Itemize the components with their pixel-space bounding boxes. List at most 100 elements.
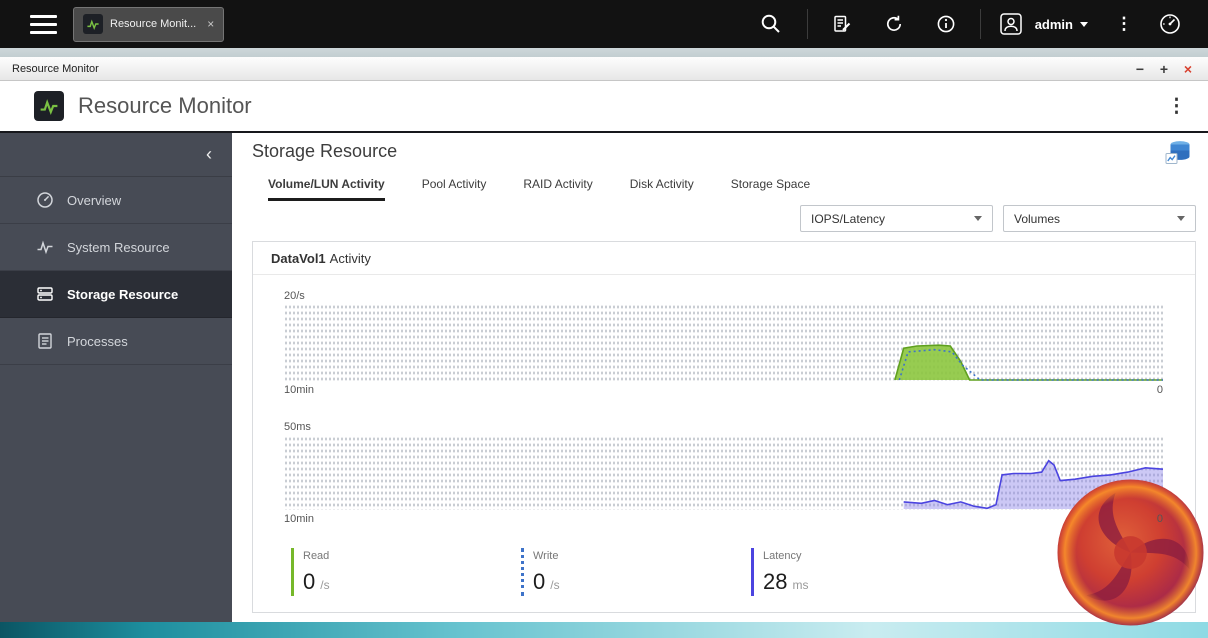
page-title: Storage Resource [252,141,398,161]
latency-chart [284,436,1163,510]
tab-pool-activity[interactable]: Pool Activity [422,177,487,201]
user-name: admin [1034,16,1073,32]
maximize-button[interactable]: + [1152,58,1176,80]
info-icon [937,15,955,33]
read-marker-icon [291,548,294,596]
legend-latency: Latency 28 ms [751,548,981,596]
legend-label: Read [303,550,330,562]
chevron-left-icon: ‹ [206,144,212,164]
legend-value: 28 [763,569,788,594]
document-pen-icon [833,15,850,32]
main-content: Storage Resource Volume/LUN Activity Poo… [232,133,1208,622]
legend-label: Latency [763,550,802,562]
x-axis-right-label: 0 [1156,513,1163,525]
write-marker-icon [521,548,524,596]
main-menu-button[interactable] [30,14,57,34]
user-menu[interactable]: admin [1033,0,1102,48]
legend-value: 0 [533,569,546,594]
activity-card-header: DataVol1 Activity [253,242,1195,275]
desktop-taskbar-strip [0,622,1208,638]
filter-controls: IOPS/Latency Volumes [800,205,1196,232]
taskbar-tab-resource-monitor[interactable]: Resource Monit... × [73,6,225,42]
tab-disk-activity[interactable]: Disk Activity [630,177,694,201]
x-axis-right-label: 0 [1156,384,1163,396]
info-button[interactable] [920,0,972,48]
volume-name: DataVol1 [271,250,326,266]
sidebar-item-label: System Resource [67,239,170,255]
desktop-background-strip [0,48,1208,57]
user-button[interactable] [989,0,1033,48]
storage-disks-icon [37,287,53,301]
tab-close-icon[interactable]: × [207,17,214,31]
kebab-menu-icon: ⋮ [1115,14,1133,33]
resource-monitor-app-icon [83,14,103,34]
desktop-taskbar: Resource Monit... × admin ⋮ [0,0,1208,48]
sidebar-item-storage-resource[interactable]: Storage Resource [0,271,232,318]
sidebar-collapse-button[interactable]: ‹ [0,133,232,177]
tab-storage-space[interactable]: Storage Space [731,177,810,201]
refresh-icon [886,15,901,31]
chevron-down-icon [1080,21,1088,27]
chevron-down-icon [1177,216,1185,221]
screen: Resource Monit... × admin ⋮ Resource Mon… [0,0,1208,638]
close-button[interactable]: × [1176,58,1200,80]
tab-volume-lun-activity[interactable]: Volume/LUN Activity [268,177,385,201]
divider [979,9,981,39]
x-axis-left-label: 10min [284,384,314,396]
sidebar-item-label: Overview [67,192,122,208]
scope-dropdown[interactable]: Volumes [1003,205,1196,232]
card-title-suffix: Activity [329,250,371,266]
legend-unit: ms [792,578,809,592]
tab-bar: Volume/LUN Activity Pool Activity RAID A… [268,177,810,201]
latency-marker-icon [751,548,754,596]
chevron-down-icon [974,216,982,221]
more-options-button[interactable]: ⋮ [1102,0,1146,48]
tab-raid-activity[interactable]: RAID Activity [523,177,592,201]
user-icon [999,13,1022,35]
iops-x-axis-labels: 10min 0 [284,384,1163,396]
process-list-icon [38,333,52,349]
metric-dropdown-value: IOPS/Latency [811,211,886,226]
dashboard-button[interactable] [1146,0,1194,48]
window-title: Resource Monitor [12,62,99,75]
activity-card: DataVol1 Activity 20/s 10min 0 50ms 10mi… [252,241,1196,613]
taskbar-tab-label: Resource Monit... [110,18,197,30]
window-controls: − + × [1128,58,1200,80]
waveform-icon [37,240,53,255]
legend-read: Read 0/s [291,548,521,596]
legend-write: Write 0/s [521,548,751,596]
iops-chart [284,304,1163,381]
sidebar-item-processes[interactable]: Processes [0,318,232,365]
overview-gauge-icon [37,192,53,208]
app-title: Resource Monitor [78,93,252,118]
iops-y-axis-label: 20/s [284,290,305,302]
sidebar-item-system-resource[interactable]: System Resource [0,224,232,271]
divider [806,9,808,39]
sidebar-item-label: Processes [67,333,128,349]
legend-value: 0 [303,569,316,594]
legend-unit: /s [550,578,560,592]
sidebar-item-label: Storage Resource [67,286,179,302]
whats-new-button[interactable] [816,0,868,48]
app-header: Resource Monitor ⋮ [0,81,1208,133]
sidebar: ‹ Overview System Resource Storage Resou… [0,133,232,622]
resource-monitor-app-icon [34,91,64,121]
search-button[interactable] [743,0,799,48]
taskbar-right-cluster: admin ⋮ [743,0,1208,48]
hamburger-icon [30,14,57,18]
scope-dropdown-value: Volumes [1014,211,1061,226]
minimize-button[interactable]: − [1128,58,1152,80]
legend-unit: /s [320,578,330,592]
search-icon [761,14,780,33]
background-tasks-button[interactable] [868,0,920,48]
latency-y-axis-label: 50ms [284,421,311,433]
chart-legend: Read 0/s Write 0/s Latency 28 ms [291,548,981,596]
latency-x-axis-labels: 10min 0 [284,513,1163,525]
metric-dropdown[interactable]: IOPS/Latency [800,205,993,232]
legend-label: Write [533,550,559,562]
x-axis-left-label: 10min [284,513,314,525]
storage-stack-graphic-icon [1165,141,1190,164]
app-menu-button[interactable]: ⋮ [1167,95,1186,118]
sidebar-item-overview[interactable]: Overview [0,177,232,224]
dashboard-gauge-icon [1160,14,1180,34]
